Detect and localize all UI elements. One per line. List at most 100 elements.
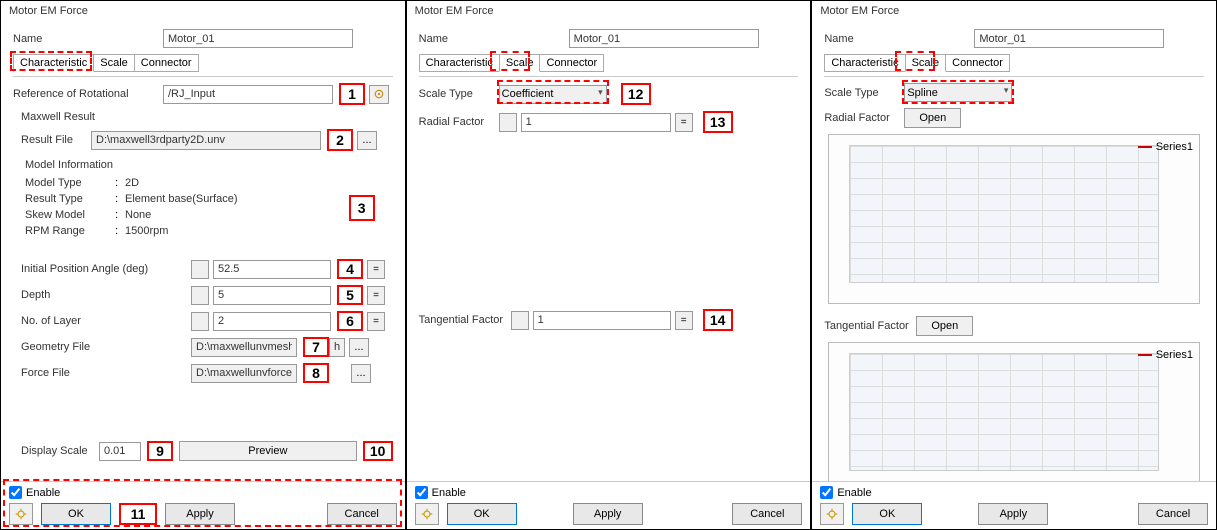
model-info-title: Model Information [25, 159, 393, 171]
chart-grid [849, 353, 1159, 471]
scale-type-select[interactable] [904, 83, 1012, 102]
ok-button[interactable]: OK [447, 503, 517, 525]
preview-button[interactable]: Preview [179, 441, 357, 461]
apply-button[interactable]: Apply [165, 503, 235, 525]
name-input[interactable] [974, 29, 1164, 48]
radial-factor-input[interactable] [521, 113, 671, 132]
layers-expr-button[interactable]: = [367, 312, 385, 331]
callout-9: 9 [147, 441, 173, 461]
tangential-factor-label: Tangential Factor [824, 320, 916, 332]
panel-scale-coefficient: Motor EM Force Name Characteristic Scale… [406, 0, 812, 530]
tangential-factor-input[interactable] [533, 311, 671, 330]
footer: Enable OK Apply Cancel [812, 481, 1216, 529]
ipa-lock-button[interactable] [191, 260, 209, 279]
name-input[interactable] [163, 29, 353, 48]
apply-button[interactable]: Apply [573, 503, 643, 525]
force-file-browse-button[interactable]: ... [351, 364, 371, 383]
ref-rotational-input[interactable] [163, 85, 333, 104]
model-type-value: 2D [125, 177, 139, 189]
window-title: Motor EM Force [812, 1, 1216, 21]
geom-file-label: Geometry File [21, 341, 191, 353]
geom-file-browse-button[interactable]: ... [349, 338, 369, 357]
force-file-label: Force File [21, 367, 191, 379]
callout-1: 1 [339, 83, 365, 105]
window-title: Motor EM Force [1, 1, 405, 21]
name-label: Name [419, 33, 569, 45]
ipa-expr-button[interactable]: = [367, 260, 385, 279]
name-label: Name [824, 33, 974, 45]
result-file-input[interactable] [91, 131, 321, 150]
tab-characteristic[interactable]: Characteristic [13, 54, 94, 72]
layers-input[interactable] [213, 312, 331, 331]
rpm-range-value: 1500rpm [125, 225, 168, 237]
tangential-expr-button[interactable]: = [675, 311, 693, 330]
footer: Enable OK Apply Cancel [407, 481, 811, 529]
chart-legend: Series1 [1138, 349, 1193, 361]
footer: Enable OK 11 Apply Cancel [1, 481, 405, 529]
settings-button[interactable] [415, 503, 439, 525]
gear-icon [826, 508, 838, 520]
depth-label: Depth [21, 289, 191, 301]
cancel-button[interactable]: Cancel [327, 503, 397, 525]
chart-grid [849, 145, 1159, 283]
depth-lock-button[interactable] [191, 286, 209, 305]
enable-label: Enable [837, 487, 871, 499]
tangential-lock-button[interactable] [511, 311, 529, 330]
result-file-browse-button[interactable]: ... [357, 131, 377, 150]
tab-characteristic[interactable]: Characteristic [419, 54, 500, 72]
radial-open-button[interactable]: Open [904, 108, 961, 128]
callout-8: 8 [303, 363, 329, 383]
radial-chart: Series1 [828, 134, 1200, 304]
panel-scale-spline: Motor EM Force Name Characteristic Scale… [811, 0, 1217, 530]
result-type-label: Result Type [25, 193, 115, 205]
ipa-input[interactable] [213, 260, 331, 279]
callout-3: 3 [349, 195, 375, 221]
tab-scale[interactable]: Scale [905, 54, 947, 72]
layers-lock-button[interactable] [191, 312, 209, 331]
legend-series-label: Series1 [1156, 349, 1193, 361]
settings-button[interactable] [9, 503, 33, 525]
ok-button[interactable]: OK [852, 503, 922, 525]
skew-model-label: Skew Model [25, 209, 115, 221]
cancel-button[interactable]: Cancel [1138, 503, 1208, 525]
settings-button[interactable] [820, 503, 844, 525]
target-icon [373, 88, 385, 100]
force-file-input[interactable] [191, 364, 297, 383]
depth-input[interactable] [213, 286, 331, 305]
tab-connector[interactable]: Connector [134, 54, 199, 72]
name-label: Name [13, 33, 163, 45]
callout-7: 7 [303, 337, 329, 357]
enable-checkbox[interactable] [9, 486, 22, 499]
display-scale-label: Display Scale [21, 445, 99, 457]
scale-type-label: Scale Type [419, 88, 499, 100]
callout-2: 2 [327, 129, 353, 151]
layers-label: No. of Layer [21, 315, 191, 327]
name-input[interactable] [569, 29, 759, 48]
enable-checkbox[interactable] [415, 486, 428, 499]
depth-expr-button[interactable]: = [367, 286, 385, 305]
callout-5: 5 [337, 285, 363, 305]
tangential-factor-label: Tangential Factor [419, 314, 511, 326]
gear-icon [15, 508, 27, 520]
legend-line-icon [1138, 354, 1152, 356]
window-title: Motor EM Force [407, 1, 811, 21]
radial-expr-button[interactable]: = [675, 113, 693, 132]
cancel-button[interactable]: Cancel [732, 503, 802, 525]
tab-connector[interactable]: Connector [539, 54, 604, 72]
tangential-open-button[interactable]: Open [916, 316, 973, 336]
enable-checkbox[interactable] [820, 486, 833, 499]
ok-button[interactable]: OK [41, 503, 111, 525]
scale-type-select[interactable] [499, 85, 607, 104]
tab-scale[interactable]: Scale [93, 54, 135, 72]
apply-button[interactable]: Apply [978, 503, 1048, 525]
radial-lock-button[interactable] [499, 113, 517, 132]
ref-rotational-label: Reference of Rotational [13, 88, 163, 100]
ref-rotational-pick-button[interactable] [369, 85, 389, 104]
tab-characteristic[interactable]: Characteristic [824, 54, 905, 72]
tangential-chart: Series1 [828, 342, 1200, 492]
tab-connector[interactable]: Connector [945, 54, 1010, 72]
tab-scale[interactable]: Scale [499, 54, 541, 72]
geom-file-input[interactable] [191, 338, 297, 357]
display-scale-input[interactable] [99, 442, 141, 461]
gear-icon [421, 508, 433, 520]
